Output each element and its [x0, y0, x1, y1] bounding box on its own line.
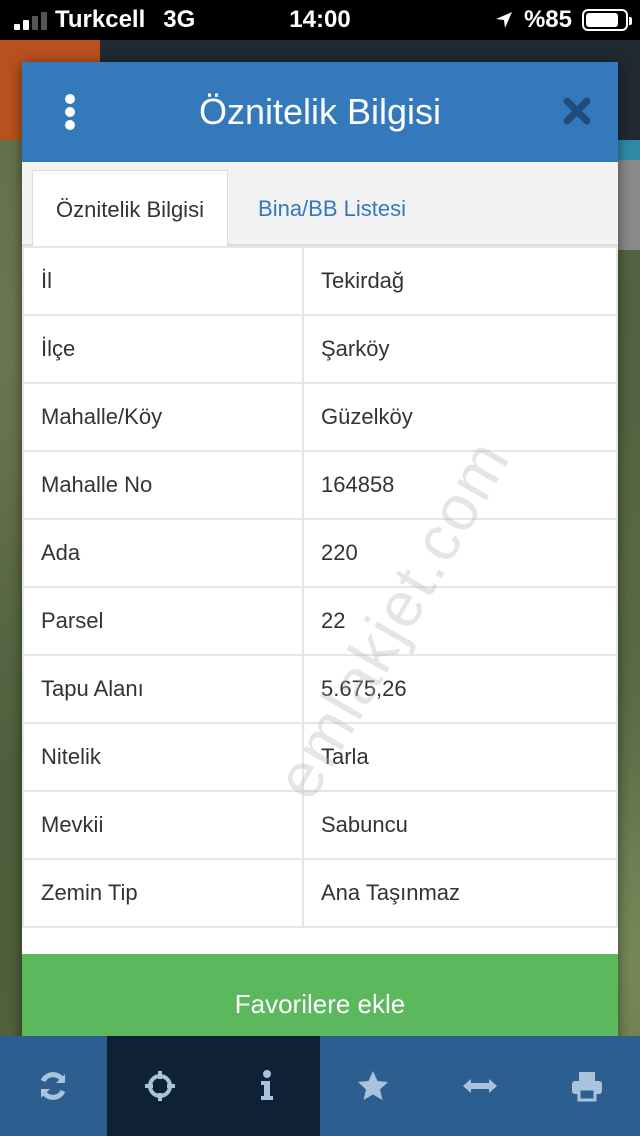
- attribute-label: Ada: [22, 518, 304, 588]
- table-row: Mevkii Sabuncu: [22, 790, 618, 860]
- attribute-value: 164858: [302, 450, 618, 520]
- table-row: İlçe Şarköy: [22, 314, 618, 384]
- attribute-value: Tekirdağ: [302, 246, 618, 316]
- attribute-table[interactable]: İl Tekirdağ İlçe Şarköy Mahalle/Köy Güzelköy M…: [22, 246, 618, 956]
- attribute-label: Tapu Alanı: [22, 654, 304, 724]
- table-row: Parsel 22: [22, 586, 618, 656]
- info-icon: [260, 1070, 273, 1100]
- network-type: 3G: [163, 6, 196, 33]
- location-arrow-icon: [495, 12, 512, 28]
- print-button[interactable]: [533, 1036, 640, 1136]
- table-row: Ada 220: [22, 518, 618, 588]
- attribute-label: Mahalle/Köy: [22, 382, 304, 452]
- measure-button[interactable]: [427, 1036, 534, 1136]
- battery-percent: %85: [523, 6, 572, 33]
- attribute-value: 220: [302, 518, 618, 588]
- attribute-label: Parsel: [22, 586, 304, 656]
- modal-header: Öznitelik Bilgisi: [22, 62, 618, 162]
- attribute-label: İlçe: [22, 314, 304, 384]
- locate-button[interactable]: [106, 1036, 214, 1136]
- crosshair-icon: [145, 1071, 175, 1101]
- attribute-label: Mahalle No: [22, 450, 304, 520]
- attribute-label: İl: [22, 246, 304, 316]
- table-row: Tapu Alanı 5.675,26: [22, 654, 618, 724]
- attribute-value: Sabuncu: [302, 790, 618, 860]
- table-row: Mahalle/Köy Güzelköy: [22, 382, 618, 452]
- star-icon: [358, 1071, 389, 1100]
- attribute-value: 22: [302, 586, 618, 656]
- modal-title: Öznitelik Bilgisi: [198, 91, 442, 132]
- attribute-value: Güzelköy: [302, 382, 618, 452]
- table-row: Zemin Tip Ana Taşınmaz: [22, 858, 618, 928]
- attribute-label: Mevkii: [22, 790, 304, 860]
- tab-bar: Öznitelik Bilgisi Bina/BB Listesi: [22, 162, 618, 248]
- table-row: Mahalle No 164858: [22, 450, 618, 520]
- attribute-value: Şarköy: [302, 314, 618, 384]
- battery-fill: [586, 13, 619, 27]
- favorites-button[interactable]: [320, 1036, 427, 1136]
- signal-strength-icon: [14, 10, 47, 30]
- measure-icon: [463, 1079, 498, 1093]
- attribute-info-modal: Öznitelik Bilgisi Öznitelik Bilgisi Bina…: [22, 62, 618, 1054]
- attribute-value: Ana Taşınmaz: [302, 858, 618, 928]
- attribute-label: Nitelik: [22, 722, 304, 792]
- attribute-value: Tarla: [302, 722, 618, 792]
- carrier-name: Turkcell: [55, 6, 146, 33]
- tab-attribute-info[interactable]: Öznitelik Bilgisi: [32, 170, 228, 248]
- info-button[interactable]: [213, 1036, 321, 1136]
- tab-building-list[interactable]: Bina/BB Listesi: [242, 170, 422, 248]
- print-icon: [571, 1072, 602, 1102]
- table-row: Nitelik Tarla: [22, 722, 618, 792]
- table-row: İl Tekirdağ: [22, 246, 618, 316]
- close-icon[interactable]: [562, 96, 592, 126]
- status-bar: Turkcell 3G 14:00 %85: [0, 0, 640, 40]
- battery-icon: [582, 9, 632, 31]
- refresh-button[interactable]: [0, 1036, 107, 1136]
- attribute-value: 5.675,26: [302, 654, 618, 724]
- refresh-icon: [41, 1072, 66, 1100]
- more-menu-icon[interactable]: [62, 94, 78, 130]
- attribute-label: Zemin Tip: [22, 858, 304, 928]
- bottom-toolbar: [0, 1036, 640, 1136]
